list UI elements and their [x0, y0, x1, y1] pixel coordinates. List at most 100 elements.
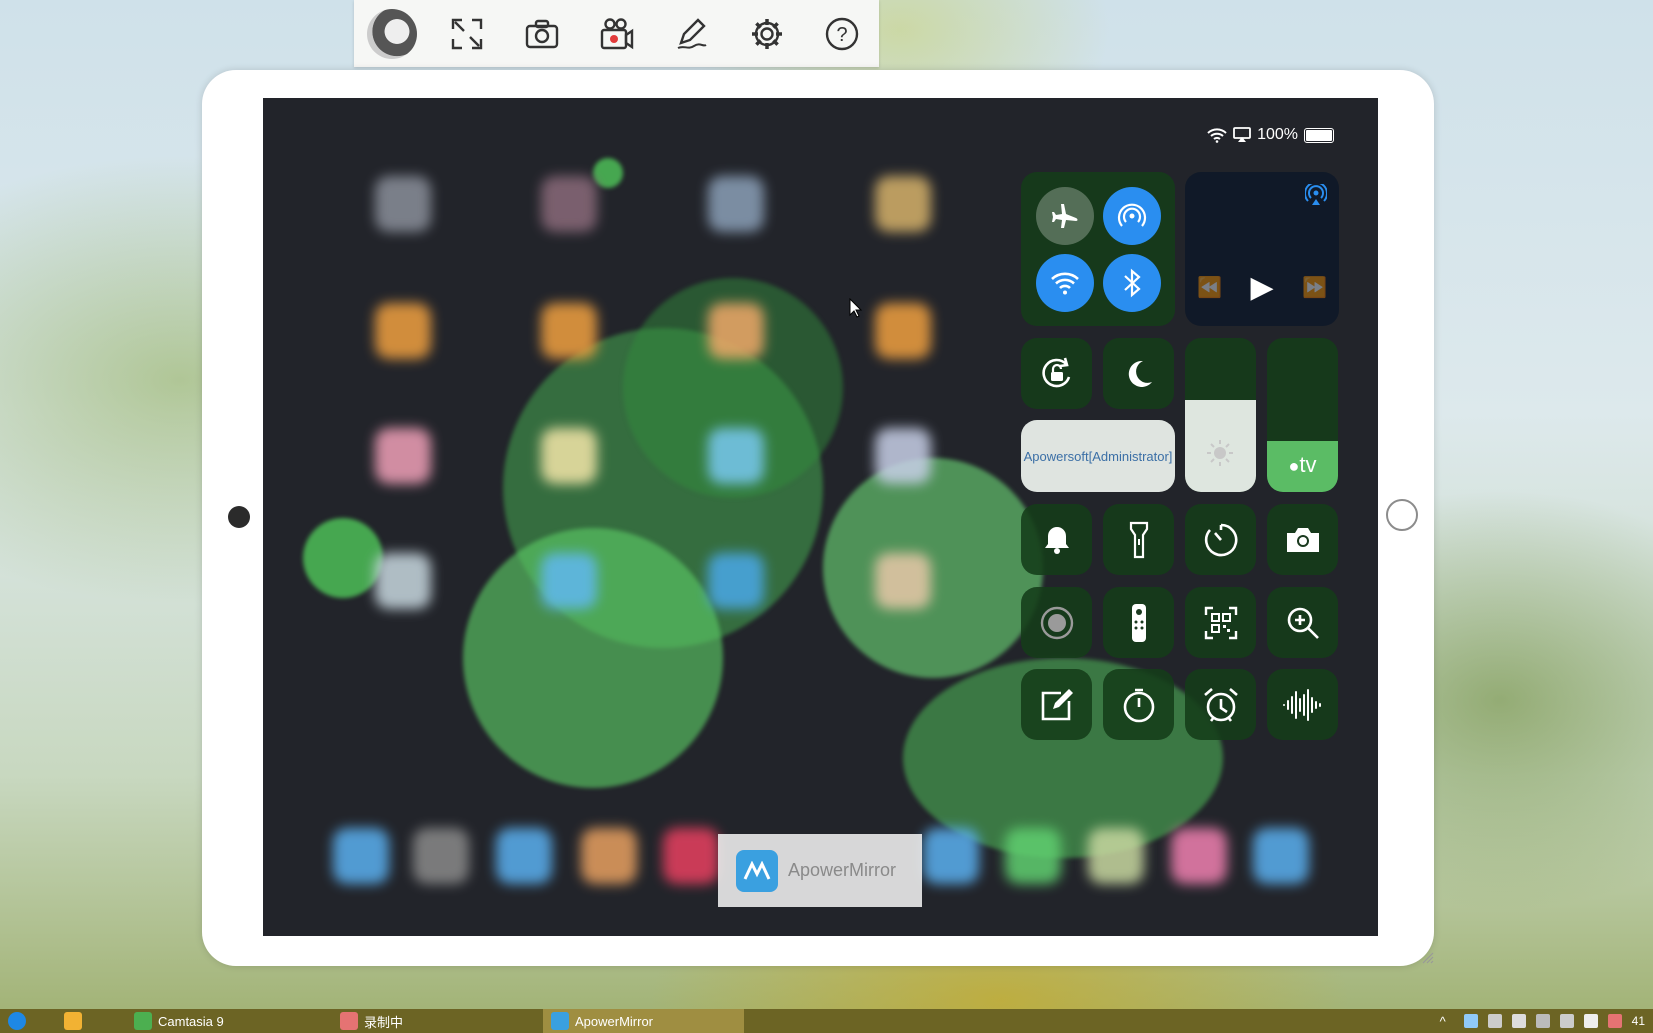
taskbar-apowermirror-label: ApowerMirror [575, 1013, 654, 1029]
camera-dot [228, 506, 250, 528]
taskbar-camtasia-label: Camtasia 9 [158, 1013, 224, 1029]
airplane-mode-toggle[interactable] [1036, 187, 1094, 245]
fullscreen-button[interactable] [429, 0, 504, 67]
volume-slider[interactable]: ●tv [1267, 338, 1338, 492]
stopwatch-icon [1123, 688, 1154, 722]
camera-button[interactable] [1267, 504, 1338, 575]
app-icon [708, 428, 764, 484]
app-icon [708, 176, 764, 232]
taskbar-camtasia[interactable]: Camtasia 9 [126, 1009, 332, 1033]
magnifier-button[interactable] [1267, 587, 1338, 658]
magnifier-icon [1287, 607, 1319, 639]
browser-icon [8, 1012, 26, 1030]
tray-network-icon[interactable] [1535, 1014, 1550, 1028]
start-button[interactable] [0, 1009, 56, 1033]
apple-tv-remote-button[interactable] [1103, 587, 1174, 658]
play-button[interactable]: ▶ [1250, 270, 1273, 305]
dock-icon [581, 828, 637, 884]
wallpaper-blob [823, 458, 1043, 678]
battery-percent: 100% [1257, 126, 1298, 143]
help-icon: ? [825, 17, 858, 50]
watermark-label: ApowerMirror [788, 860, 897, 880]
mirror-toolbar: ? [354, 0, 879, 67]
taskbar-recording-label: 录制中 [364, 1014, 404, 1030]
screenshot-button[interactable] [504, 0, 579, 67]
screen-mirroring-label: Apowersoft[Administrator] [1023, 448, 1173, 464]
stopwatch-button[interactable] [1103, 669, 1174, 740]
windows-taskbar: Camtasia 9 录制中 ApowerMirror ^ 41 [0, 1009, 1653, 1033]
bluetooth-icon [1124, 268, 1141, 298]
bluetooth-toggle[interactable] [1103, 254, 1161, 312]
tray-clock[interactable]: 41 [1632, 1014, 1645, 1028]
battery-icon [1304, 127, 1334, 143]
alarm-button[interactable] [1185, 669, 1256, 740]
apowermirror-icon [551, 1012, 569, 1030]
forward-button[interactable]: ⏩ [1302, 275, 1327, 300]
dock-icon [923, 828, 979, 884]
pen-icon [677, 17, 707, 49]
app-icon [708, 303, 764, 359]
flashlight-button[interactable] [1103, 504, 1174, 575]
tray-app-icon[interactable] [1607, 1014, 1622, 1028]
wifi-toggle[interactable] [1036, 254, 1094, 312]
app-icon [375, 428, 431, 484]
camera-icon [1286, 527, 1319, 552]
connectivity-module [1021, 172, 1175, 326]
rotation-lock-icon [1041, 357, 1070, 387]
mouse-cursor-icon [849, 298, 863, 318]
notes-icon [1041, 688, 1073, 720]
taskbar-app-1[interactable] [56, 1009, 126, 1033]
tray-battery-icon[interactable] [1487, 1014, 1502, 1028]
bell-icon [1044, 526, 1069, 554]
mirrored-screen[interactable]: 100% ⏪ ▶ ⏩ ●tv Apowersoft[Administrator]… [263, 98, 1378, 936]
resize-grip-icon[interactable] [1420, 950, 1434, 964]
screen-record-button[interactable] [1021, 587, 1092, 658]
notes-button[interactable] [1021, 669, 1092, 740]
dock-icon [1171, 828, 1227, 884]
settings-button[interactable] [729, 0, 804, 67]
rotation-lock-button[interactable] [1021, 338, 1092, 409]
wallpaper-blob [303, 518, 383, 598]
tray-pen-icon[interactable] [1559, 1014, 1574, 1028]
dock-icon [496, 828, 552, 884]
timer-icon [1204, 523, 1237, 556]
camtasia-icon [134, 1012, 152, 1030]
apowermirror-logo-icon [736, 849, 778, 892]
app-icon [375, 553, 431, 609]
gear-icon [751, 18, 782, 49]
app-icon [541, 553, 597, 609]
screen-mirroring-button[interactable]: Apowersoft[Administrator] [1021, 420, 1175, 492]
qr-scanner-button[interactable] [1185, 587, 1256, 658]
app-icon [541, 428, 597, 484]
camera-icon [525, 19, 558, 48]
do-not-disturb-button[interactable] [1103, 338, 1174, 409]
record-button[interactable] [579, 0, 654, 67]
brightness-slider[interactable] [1185, 338, 1256, 492]
app-icon [541, 176, 597, 232]
flashlight-icon [1129, 521, 1148, 558]
tray-mail-icon[interactable] [1463, 1014, 1478, 1028]
dock-icon [413, 828, 469, 884]
home-button[interactable] [1386, 499, 1418, 531]
airplay-status-icon [1233, 127, 1251, 142]
airdrop-icon [1117, 203, 1147, 227]
timer-button[interactable] [1185, 504, 1256, 575]
tray-ime-icon[interactable] [1583, 1014, 1598, 1028]
dock-icon [1005, 828, 1061, 884]
app-icon [375, 303, 431, 359]
tray-chevron-icon[interactable]: ^ [1440, 1014, 1454, 1029]
avatar-button[interactable] [354, 0, 429, 67]
tray-volume-icon[interactable] [1511, 1014, 1526, 1028]
taskbar-recording[interactable]: 录制中 [332, 1009, 543, 1033]
airdrop-toggle[interactable] [1103, 187, 1161, 245]
airplay-audio-icon[interactable] [1305, 184, 1327, 206]
voice-memos-button[interactable] [1267, 669, 1338, 740]
rewind-button[interactable]: ⏪ [1197, 275, 1222, 300]
moon-icon [1128, 360, 1152, 387]
help-button[interactable]: ? [804, 0, 879, 67]
taskbar-apowermirror[interactable]: ApowerMirror [543, 1009, 744, 1033]
annotate-button[interactable] [654, 0, 729, 67]
video-record-icon [600, 17, 633, 49]
alert-button[interactable] [1021, 504, 1092, 575]
app-icon [708, 553, 764, 609]
